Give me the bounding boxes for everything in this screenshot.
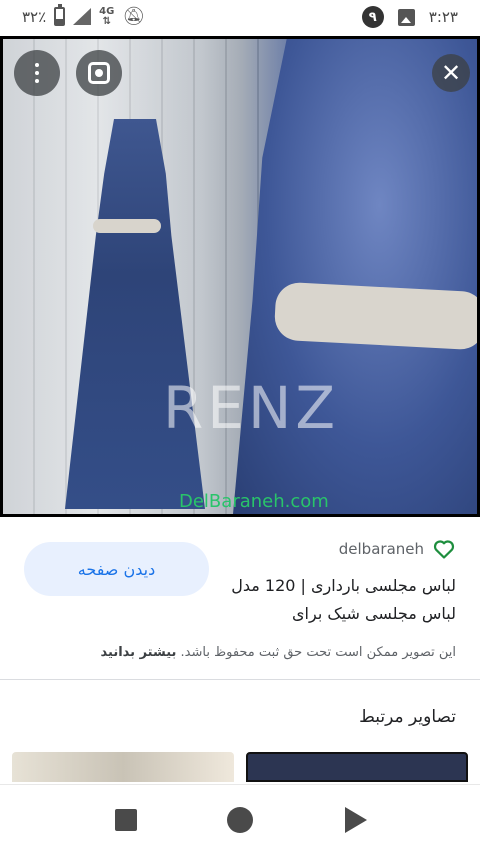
copyright-notice: این تصویر ممکن است تحت حق ثبت محفوظ باشد… bbox=[24, 645, 457, 660]
image-viewer[interactable]: RENZ DelBaraneh.com ✕ bbox=[0, 36, 480, 517]
close-icon: ✕ bbox=[440, 59, 462, 87]
status-right: ۹ ۳:۲۳ bbox=[361, 6, 458, 28]
gallery-icon bbox=[397, 8, 415, 26]
heart-icon[interactable] bbox=[432, 537, 456, 561]
related-images-heading: تصاویر مرتبط bbox=[359, 707, 456, 727]
battery-percent: ۳۲٪ bbox=[22, 7, 47, 26]
clock: ۳:۲۳ bbox=[428, 8, 458, 26]
notification-badge: ۹ bbox=[361, 6, 384, 28]
source-row[interactable]: delbaraneh bbox=[339, 537, 456, 561]
visit-page-button[interactable]: دیدن صفحه bbox=[24, 542, 209, 596]
battery-icon bbox=[54, 4, 66, 26]
source-name: delbaraneh bbox=[338, 540, 424, 558]
home-button[interactable] bbox=[227, 807, 253, 833]
learn-more-link[interactable]: بیشتر بدانید bbox=[101, 645, 177, 660]
system-nav-bar bbox=[0, 784, 480, 854]
dress-belt-left bbox=[93, 219, 161, 233]
network-type-icon: 4G ⇅ bbox=[99, 5, 115, 27]
mute-icon: 🔕︎ bbox=[122, 6, 146, 27]
image-title[interactable]: لباس مجلسی بارداری | 120 مدل لباس مجلسی … bbox=[216, 572, 456, 628]
dress-photo[interactable]: RENZ DelBaraneh.com bbox=[3, 39, 477, 514]
photo-watermark: RENZ bbox=[163, 374, 340, 442]
copyright-text: این تصویر ممکن است تحت حق ثبت محفوظ باشد… bbox=[180, 645, 456, 660]
signal-icon bbox=[73, 8, 92, 25]
more-vert-icon bbox=[35, 63, 39, 83]
dress-belt-right bbox=[273, 281, 477, 351]
related-thumbnail-2[interactable] bbox=[246, 752, 468, 782]
back-button[interactable] bbox=[345, 807, 367, 833]
site-watermark: DelBaraneh.com bbox=[179, 491, 329, 512]
google-lens-button[interactable] bbox=[76, 50, 122, 96]
related-thumbnail-1[interactable] bbox=[12, 752, 234, 782]
more-options-button[interactable] bbox=[14, 50, 60, 96]
divider bbox=[0, 679, 480, 680]
status-bar: ۳۲٪ 4G ⇅ 🔕︎ ۹ ۳:۲۳ bbox=[0, 0, 480, 36]
recents-button[interactable] bbox=[115, 809, 137, 831]
close-button[interactable]: ✕ bbox=[432, 54, 470, 92]
status-left: ۳۲٪ 4G ⇅ 🔕︎ bbox=[22, 4, 146, 27]
lens-icon bbox=[88, 62, 110, 84]
